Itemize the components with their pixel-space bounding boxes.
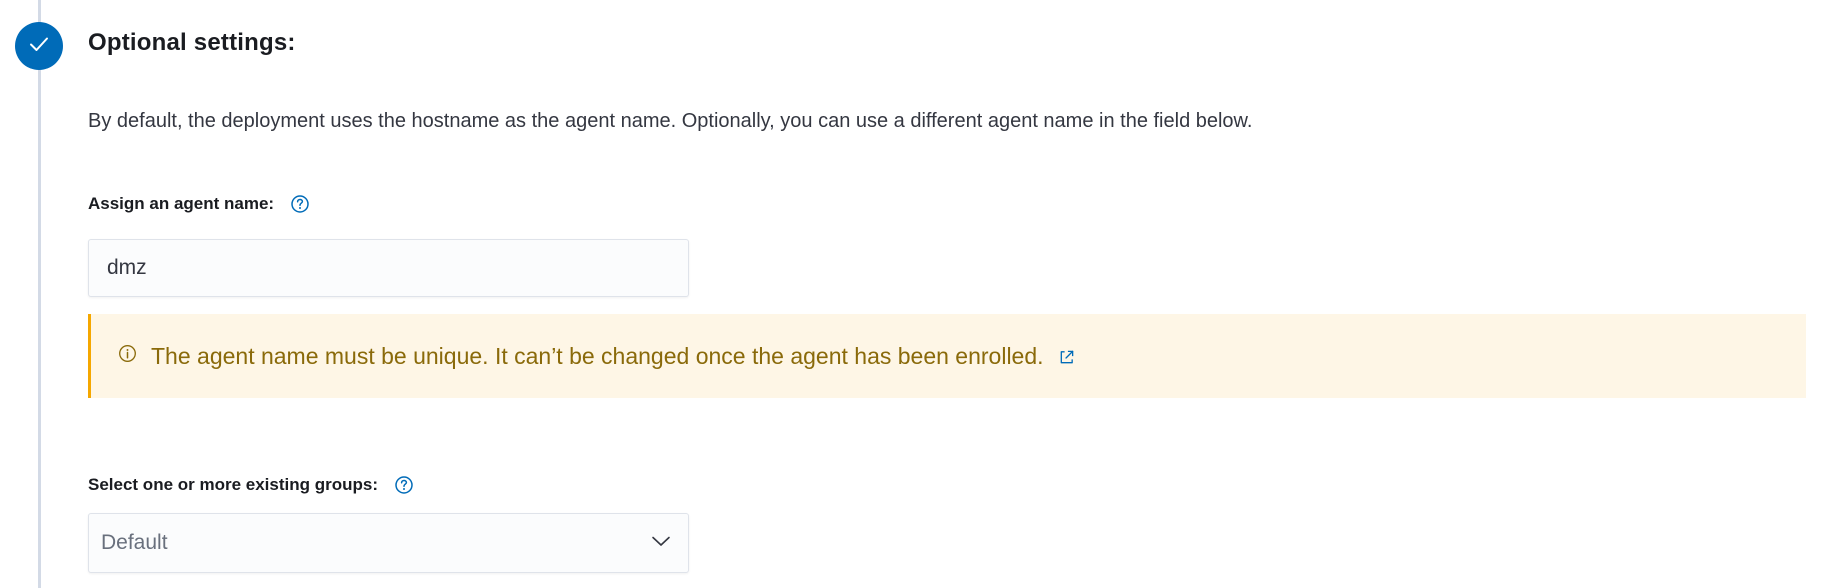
step-connector-line bbox=[38, 0, 41, 588]
agent-name-label: Assign an agent name: bbox=[88, 194, 310, 214]
warning-callout: The agent name must be unique. It can’t … bbox=[88, 314, 1806, 398]
checkmark-icon bbox=[28, 33, 50, 60]
callout-text: The agent name must be unique. It can’t … bbox=[151, 342, 1044, 369]
chevron-down-icon[interactable] bbox=[650, 530, 672, 557]
step-description: By default, the deployment uses the host… bbox=[88, 110, 1253, 132]
info-icon bbox=[118, 344, 137, 368]
step-title: Optional settings: bbox=[88, 29, 296, 56]
groups-label: Select one or more existing groups: bbox=[88, 475, 414, 495]
groups-label-text: Select one or more existing groups: bbox=[88, 475, 379, 494]
agent-name-input[interactable]: dmz bbox=[88, 239, 689, 297]
external-link-icon[interactable] bbox=[1058, 349, 1075, 366]
groups-select[interactable]: Default bbox=[88, 513, 689, 573]
help-icon[interactable] bbox=[394, 475, 414, 495]
agent-name-label-text: Assign an agent name: bbox=[88, 194, 275, 213]
enrollment-step-panel: Optional settings: By default, the deplo… bbox=[0, 0, 1840, 588]
step-complete-badge bbox=[15, 22, 63, 70]
callout-message: The agent name must be unique. It can’t … bbox=[151, 343, 1075, 370]
help-icon[interactable] bbox=[290, 194, 310, 214]
groups-selected-value: Default bbox=[101, 531, 168, 554]
